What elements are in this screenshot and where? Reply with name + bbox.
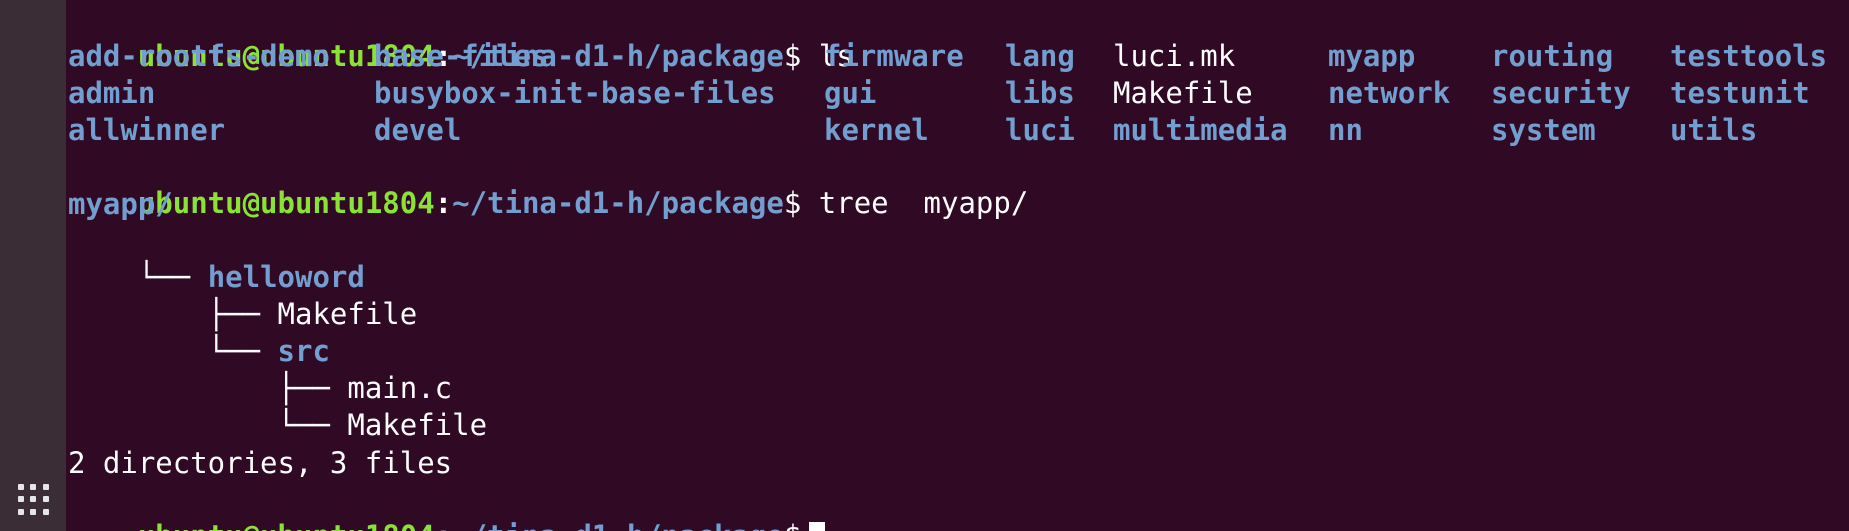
prompt-dollar: $: [783, 186, 802, 220]
tree-row-src: └── src: [68, 297, 330, 368]
ls-entry: base-files: [374, 39, 549, 73]
prompt-colon: :: [435, 519, 452, 531]
ls-entry: devel: [374, 113, 462, 147]
tree-row-helloword: └── helloword: [68, 223, 365, 294]
ls-entry: add-rootfs-demo: [68, 39, 330, 73]
show-applications-icon[interactable]: [18, 484, 50, 516]
tree-root: myapp/: [68, 187, 173, 221]
ls-entry: security: [1491, 76, 1631, 110]
ls-entry: luci.mk: [1113, 39, 1236, 73]
prompt-user-host: ubuntu@ubuntu1804: [138, 519, 435, 531]
ls-entry: multimedia: [1113, 113, 1288, 147]
tree-row-makefile-2: └── Makefile: [68, 371, 488, 442]
ls-entry: libs: [1005, 76, 1075, 110]
ls-entry: system: [1491, 113, 1596, 147]
prompt-dollar: $: [784, 519, 801, 531]
ls-entry: busybox-init-base-files: [374, 76, 776, 110]
ls-entry: gui: [824, 76, 877, 110]
prompt-line-1: ubuntu@ubuntu1804:~/tina-d1-h/package$ l…: [68, 2, 854, 73]
ls-entry: utils: [1670, 113, 1758, 147]
dock: [0, 0, 66, 531]
ls-entry: routing: [1491, 39, 1614, 73]
tree-branch: └──: [137, 408, 348, 442]
ls-entry: nn: [1328, 113, 1363, 147]
prompt-path: ~/tina-d1-h/package: [452, 519, 784, 531]
ls-entry: allwinner: [68, 113, 226, 147]
command-tree: tree myapp/: [818, 186, 1029, 220]
ls-entry: Makefile: [1113, 76, 1253, 110]
prompt-line-3[interactable]: ubuntu@ubuntu1804:~/tina-d1-h/package$: [68, 482, 826, 531]
text-cursor[interactable]: [809, 522, 826, 531]
ls-entry: firmware: [824, 39, 964, 73]
prompt-dollar: $: [783, 39, 802, 73]
ls-entry: lang: [1005, 39, 1075, 73]
ls-entry: luci: [1005, 113, 1075, 147]
tree-file-makefile: Makefile: [347, 408, 488, 442]
ls-entry: testunit: [1670, 76, 1810, 110]
ls-entry: myapp: [1328, 39, 1416, 73]
prompt-user-host: ubuntu@ubuntu1804: [137, 186, 435, 220]
ls-entry: network: [1328, 76, 1451, 110]
ls-entry: testtools: [1670, 39, 1828, 73]
tree-row-makefile-1: ├── Makefile: [68, 260, 418, 331]
tree-summary: 2 directories, 3 files: [68, 446, 453, 480]
prompt-colon: :: [434, 186, 453, 220]
prompt-line-2: ubuntu@ubuntu1804:~/tina-d1-h/package$ t…: [68, 149, 1028, 220]
ls-entry: kernel: [824, 113, 929, 147]
terminal-window[interactable]: ubuntu@ubuntu1804:~/tina-d1-h/package$ l…: [68, 0, 1849, 531]
tree-row-main-c: ├── main.c: [68, 334, 453, 405]
prompt-path: ~/tina-d1-h/package: [452, 186, 784, 220]
ls-entry: admin: [68, 76, 156, 110]
